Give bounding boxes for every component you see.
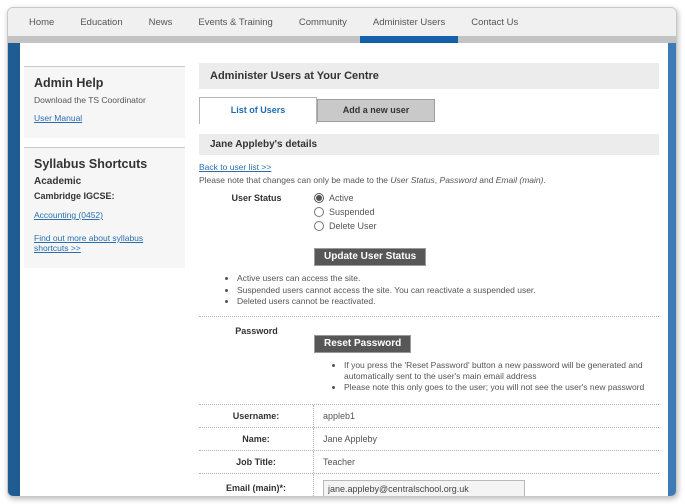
admin-help-box: Admin Help Download the TS Coordinator U… [24, 66, 185, 138]
main-content: Administer Users at Your Centre List of … [190, 43, 668, 496]
status-bullet: Deleted users cannot be reactivated. [237, 296, 659, 307]
status-bullet: Suspended users cannot access the site. … [237, 285, 659, 296]
tab-add-new-user[interactable]: Add a new user [317, 99, 435, 122]
table-row-job-title: Job Title: Teacher [199, 451, 659, 474]
syllabus-shortcuts-title: Syllabus Shortcuts [34, 157, 175, 171]
nav-item-news[interactable]: News [136, 8, 186, 36]
nav-item-contact-us[interactable]: Contact Us [458, 8, 531, 36]
note-text: . [543, 175, 545, 185]
user-status-label: User Status [199, 193, 314, 235]
password-info-list: If you press the 'Reset Password' button… [314, 360, 659, 393]
radio-suspended-label[interactable]: Suspended [329, 207, 375, 217]
tab-bar: List of Users Add a new user [199, 97, 659, 124]
nav-item-community[interactable]: Community [286, 8, 360, 36]
admin-help-title: Admin Help [34, 76, 175, 90]
top-navigation: Home Education News Events & Training Co… [8, 8, 676, 36]
radio-active-label[interactable]: Active [329, 193, 354, 203]
nav-item-education[interactable]: Education [67, 8, 135, 36]
user-status-options: Active Suspended Delete User [314, 193, 659, 235]
nav-item-label: Community [299, 17, 347, 28]
nav-item-label: News [149, 17, 173, 28]
user-fields-table: Username: appleb1 Name: Jane Appleby Job… [199, 405, 659, 496]
name-label: Name: [199, 428, 314, 450]
nav-item-label: Administer Users [373, 17, 445, 28]
username-value: appleb1 [314, 405, 659, 427]
nav-item-label: Contact Us [471, 17, 518, 28]
user-details-header: Jane Appleby's details [199, 134, 659, 155]
syllabus-more-link[interactable]: Find out more about syllabus shortcuts >… [34, 233, 175, 253]
note-text: and [477, 175, 496, 185]
status-bullet: Active users can access the site. [237, 273, 659, 284]
right-accent-strip [668, 43, 676, 496]
radio-active[interactable] [314, 193, 324, 203]
password-bullet: Please note this only goes to the user; … [344, 382, 659, 393]
note-user-status: User Status [390, 175, 434, 185]
email-input[interactable] [323, 480, 525, 496]
table-row-email: Email (main)*: [199, 474, 659, 496]
nav-item-home[interactable]: Home [16, 8, 67, 36]
table-row-username: Username: appleb1 [199, 405, 659, 428]
table-row-name: Name: Jane Appleby [199, 428, 659, 451]
password-bullet: If you press the 'Reset Password' button… [344, 360, 659, 381]
syllabus-shortcuts-box: Syllabus Shortcuts Academic Cambridge IG… [24, 147, 185, 268]
note-password: Password [440, 175, 477, 185]
syllabus-category: Academic [34, 176, 175, 187]
admin-help-text: Download the TS Coordinator [34, 95, 175, 105]
syllabus-accounting-link[interactable]: Accounting (0452) [34, 210, 103, 220]
update-user-status-button[interactable]: Update User Status [314, 248, 426, 266]
page-title: Administer Users at Your Centre [199, 63, 659, 89]
note-email: Email (main) [496, 175, 544, 185]
reset-password-button[interactable]: Reset Password [314, 335, 411, 353]
job-title-label: Job Title: [199, 451, 314, 473]
section-divider [199, 316, 659, 317]
nav-underline-strip [8, 36, 676, 43]
nav-item-administer-users[interactable]: Administer Users [360, 8, 458, 36]
email-label: Email (main)*: [199, 474, 314, 496]
user-manual-link[interactable]: User Manual [34, 113, 82, 123]
radio-delete-user-label[interactable]: Delete User [329, 221, 377, 231]
radio-suspended[interactable] [314, 207, 324, 217]
nav-item-label: Education [80, 17, 122, 28]
tab-list-of-users[interactable]: List of Users [199, 97, 317, 124]
radio-delete-user[interactable] [314, 221, 324, 231]
note-text: Please note that changes can only be mad… [199, 175, 390, 185]
syllabus-qualification: Cambridge IGCSE: [34, 191, 175, 201]
nav-item-label: Events & Training [198, 17, 272, 28]
nav-item-events-training[interactable]: Events & Training [185, 8, 285, 36]
username-label: Username: [199, 405, 314, 427]
back-to-user-list-link[interactable]: Back to user list >> [199, 162, 271, 172]
nav-item-label: Home [29, 17, 54, 28]
name-value: Jane Appleby [314, 428, 659, 450]
password-label: Password [199, 326, 314, 395]
left-accent-strip [8, 43, 20, 496]
browser-page: Home Education News Events & Training Co… [7, 7, 677, 497]
edit-note: Please note that changes can only be mad… [199, 175, 659, 185]
sidebar: Admin Help Download the TS Coordinator U… [20, 43, 190, 496]
user-status-info-list: Active users can access the site. Suspen… [199, 273, 659, 307]
job-title-value: Teacher [314, 451, 659, 473]
